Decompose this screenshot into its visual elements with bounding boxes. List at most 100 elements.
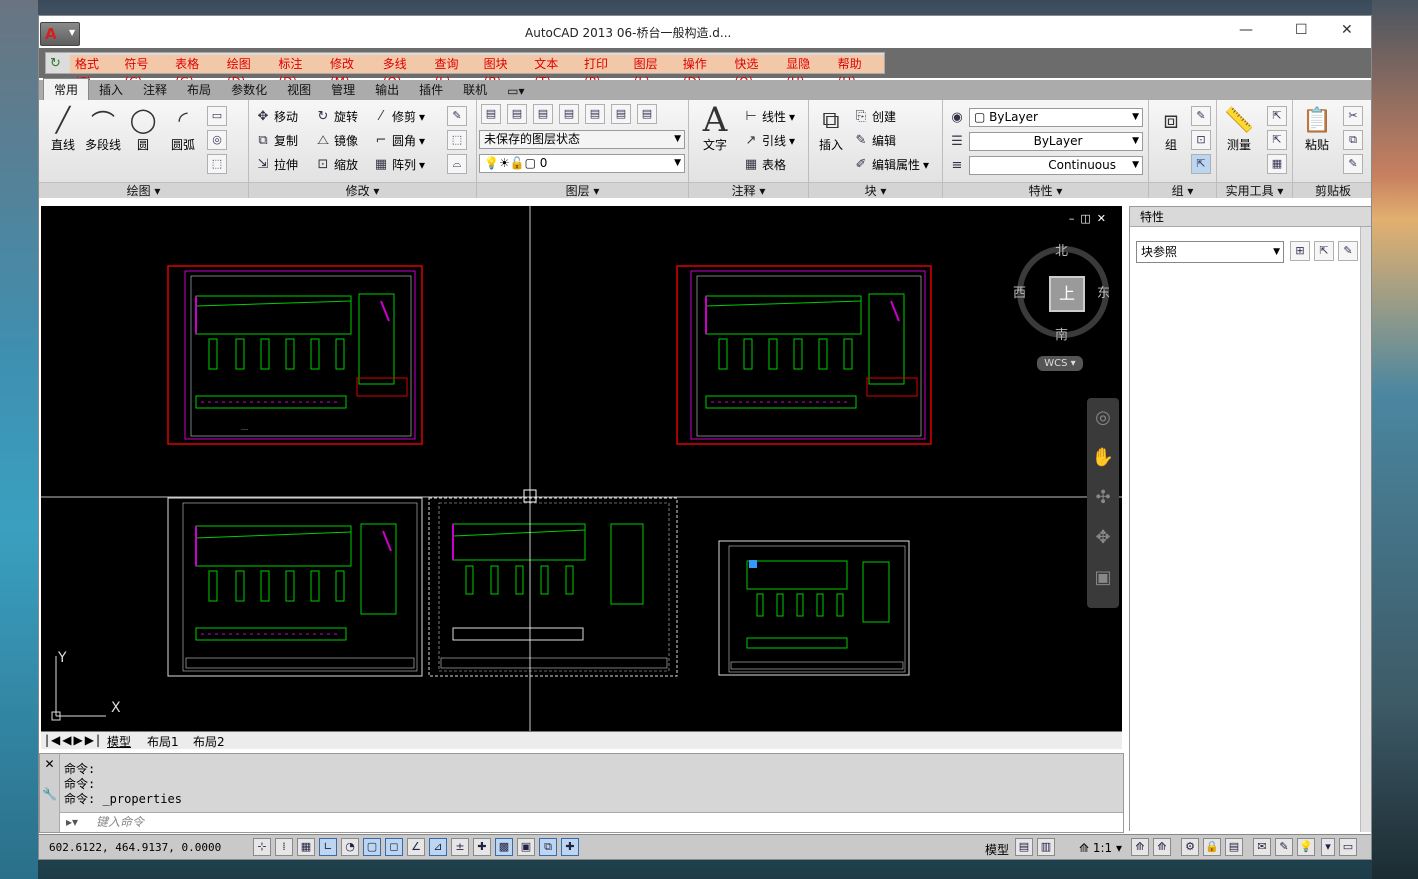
- group-button[interactable]: ⧈ 组: [1151, 104, 1191, 153]
- region-icon[interactable]: ⬚: [207, 154, 227, 174]
- rectangle-icon[interactable]: ▭: [207, 106, 227, 126]
- layer-lock-icon[interactable]: ▤: [611, 104, 631, 124]
- linetype-dropdown[interactable]: Continuous ▼: [969, 156, 1143, 175]
- menu-item-symbol[interactable]: 符号(C): [119, 55, 170, 89]
- wcs-menu[interactable]: WCS ▾: [1037, 356, 1083, 371]
- viewcube-west[interactable]: 西: [1013, 282, 1026, 301]
- edit-attributes-button[interactable]: ✐ 编辑属性 ▾: [853, 156, 930, 173]
- tray-settings-icon[interactable]: ✎: [1275, 838, 1293, 856]
- leader-button[interactable]: ↗ 引线 ▾: [743, 132, 796, 149]
- arc-button[interactable]: ◜ 圆弧: [163, 104, 203, 153]
- command-prompt-icon[interactable]: ▸▾: [66, 813, 78, 831]
- ducs-icon[interactable]: ⊿: [429, 838, 447, 856]
- tab-manage[interactable]: 管理: [321, 79, 365, 100]
- selection-cycling-icon[interactable]: ⧉: [539, 838, 557, 856]
- erase-icon[interactable]: ✎: [447, 106, 467, 126]
- grid-icon[interactable]: ▦: [297, 838, 315, 856]
- properties-scrollbar[interactable]: [1360, 227, 1371, 832]
- refresh-icon[interactable]: ↻: [50, 56, 64, 71]
- linear-dim-button[interactable]: ⊢ 线性 ▾: [743, 108, 795, 125]
- tab-annotate[interactable]: 注释: [133, 79, 177, 100]
- menu-item-multiline[interactable]: 多线(Q): [378, 55, 430, 89]
- viewcube-south[interactable]: 南: [1055, 324, 1068, 343]
- panel-draw-title[interactable]: 绘图 ▾: [39, 182, 248, 198]
- menu-item-dimension[interactable]: 标注(D): [273, 55, 325, 89]
- model-space-canvas[interactable]: ----- Y X –◫✕ 上 北 南 东 西 WCS ▾ ◎ ✋ ✣ ✥ ▣: [41, 206, 1122, 731]
- panel-block-title[interactable]: 块 ▾: [809, 182, 942, 198]
- array-button[interactable]: ▦ 阵列 ▾: [373, 156, 425, 173]
- menu-item-operation[interactable]: 操作(D): [678, 55, 730, 89]
- move-button[interactable]: ✥ 移动: [255, 108, 298, 125]
- select-objects-icon[interactable]: ⇱: [1314, 241, 1334, 261]
- tab-insert[interactable]: 插入: [89, 79, 133, 100]
- steeringwheel-icon[interactable]: ◎: [1087, 398, 1119, 438]
- tab-output[interactable]: 输出: [365, 79, 409, 100]
- polar-icon[interactable]: ◔: [341, 838, 359, 856]
- menu-item-layer[interactable]: 图层(L): [629, 55, 678, 89]
- layer-match-icon[interactable]: ▤: [637, 104, 657, 124]
- menu-item-quickselect[interactable]: 快选(Q): [729, 55, 781, 89]
- layer-dropdown[interactable]: 💡☀🔓▢ 0 ▼: [479, 154, 685, 173]
- osnap-icon[interactable]: ▢: [363, 838, 381, 856]
- annotation-monitor-icon[interactable]: ✚: [561, 838, 579, 856]
- model-space-toggle[interactable]: 模型: [985, 841, 1009, 858]
- scale-button[interactable]: ⊡ 缩放: [315, 156, 358, 173]
- circle-button[interactable]: ◯ 圆: [123, 104, 163, 153]
- pan-icon[interactable]: ✋: [1087, 438, 1119, 478]
- drawing-quickview-icon[interactable]: ▥: [1037, 838, 1055, 856]
- command-input[interactable]: ▸▾ 键入命令: [60, 812, 1123, 832]
- tab-layout[interactable]: 布局: [177, 79, 221, 100]
- tab-parametric[interactable]: 参数化: [221, 79, 277, 100]
- lightbulb-icon[interactable]: 💡: [1297, 838, 1315, 856]
- layer-isolate-icon[interactable]: ▤: [533, 104, 553, 124]
- menu-item-table[interactable]: 表格(G): [170, 55, 222, 89]
- sheet-bottom-right[interactable]: [718, 540, 910, 676]
- ungroup-icon[interactable]: ✎: [1191, 106, 1211, 126]
- quick-properties-icon[interactable]: ▣: [517, 838, 535, 856]
- sheet-top-right[interactable]: [676, 265, 932, 445]
- auto-scale-icon[interactable]: ⟰: [1153, 838, 1171, 856]
- otrack-icon[interactable]: ∠: [407, 838, 425, 856]
- menu-item-print[interactable]: 打印(P): [579, 55, 629, 89]
- menu-item-modify[interactable]: 修改(M): [325, 55, 378, 89]
- tab-layout1[interactable]: 布局1: [147, 733, 179, 750]
- measure-button[interactable]: 📏 测量: [1219, 104, 1259, 153]
- insert-button[interactable]: ⧉ 插入: [811, 104, 851, 153]
- select-all-icon[interactable]: ⇱: [1267, 130, 1287, 150]
- lineweight-toggle-icon[interactable]: ✚: [473, 838, 491, 856]
- layer-off-icon[interactable]: ▤: [559, 104, 579, 124]
- mirror-button[interactable]: ⧍ 镜像: [315, 132, 358, 149]
- annotation-visibility-icon[interactable]: ⟰: [1131, 838, 1149, 856]
- layer-freeze-icon[interactable]: ▤: [585, 104, 605, 124]
- group-select-icon[interactable]: ⇱: [1191, 154, 1211, 174]
- hatch-icon[interactable]: ◎: [207, 130, 227, 150]
- viewcube-north[interactable]: 北: [1055, 240, 1068, 259]
- snap-icon[interactable]: ⁞: [275, 838, 293, 856]
- panel-utilities-title[interactable]: 实用工具 ▾: [1217, 182, 1292, 198]
- properties-palette-title[interactable]: 特性: [1130, 207, 1371, 227]
- toggle-pickadd-icon[interactable]: ⊞: [1290, 241, 1310, 261]
- menu-item-showhide[interactable]: 显隐(H): [781, 55, 832, 89]
- sheet-bottom-middle-selected[interactable]: [428, 489, 678, 677]
- copy-button[interactable]: ⧉ 复制: [255, 132, 298, 149]
- create-block-button[interactable]: ⎘ 创建: [853, 108, 896, 125]
- clean-screen-icon[interactable]: ▭: [1339, 838, 1357, 856]
- panel-clipboard-title[interactable]: 剪贴板: [1293, 182, 1371, 198]
- polyline-button[interactable]: ⌒ 多段线: [83, 104, 123, 153]
- menu-item-text[interactable]: 文本(T): [529, 55, 579, 89]
- minimize-button[interactable]: —: [1239, 22, 1253, 38]
- tab-home[interactable]: 常用: [43, 78, 90, 100]
- showmotion-icon[interactable]: ▣: [1087, 558, 1119, 598]
- application-menu-button[interactable]: A ▼: [40, 22, 80, 46]
- object-type-dropdown[interactable]: 块参照 ▼: [1136, 241, 1284, 263]
- paste-button[interactable]: 📋 粘贴: [1297, 104, 1337, 153]
- orbit-icon[interactable]: ✥: [1087, 518, 1119, 558]
- wrench-icon[interactable]: 🔧: [40, 787, 59, 801]
- viewport-controls[interactable]: –◫✕: [1069, 212, 1112, 225]
- menu-item-block[interactable]: 图块(B): [479, 55, 530, 89]
- match-properties-icon[interactable]: ✎: [1343, 154, 1363, 174]
- explode-icon[interactable]: ⬚: [447, 130, 467, 150]
- color-dropdown[interactable]: ▢ ByLayer ▼: [969, 108, 1143, 127]
- status-menu-icon[interactable]: ▾: [1321, 838, 1335, 856]
- close-button[interactable]: ✕: [1341, 22, 1353, 38]
